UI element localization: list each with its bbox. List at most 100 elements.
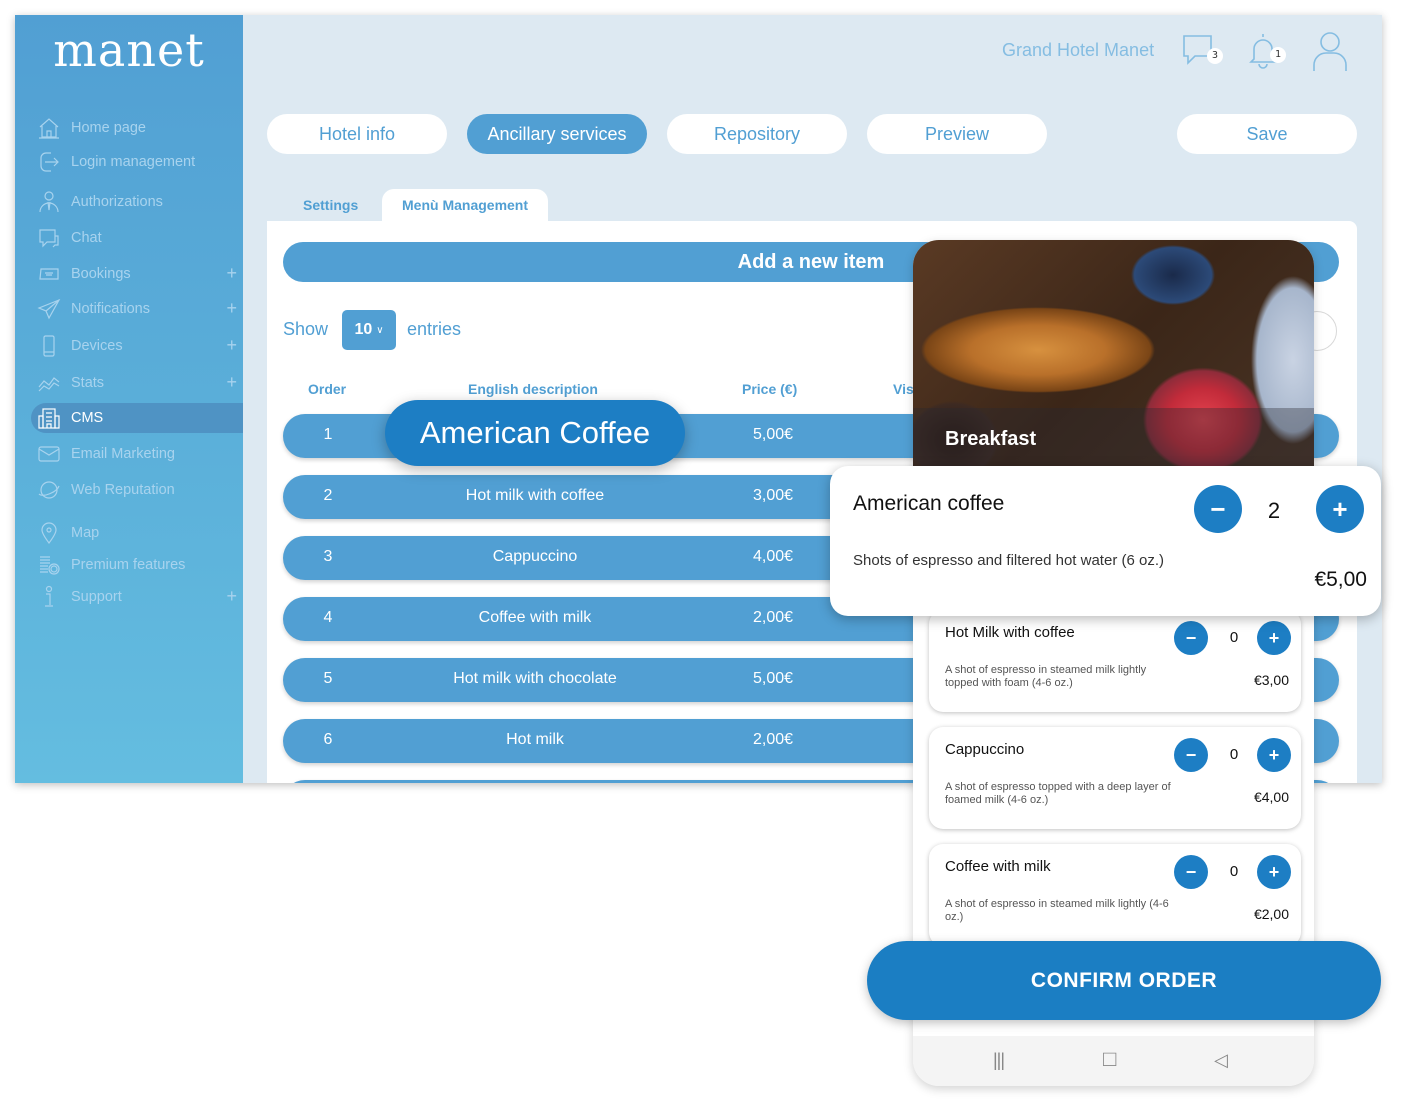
sidebar-item-login-management[interactable]: Login management — [31, 147, 243, 177]
notifications-button[interactable]: 1 — [1248, 31, 1286, 76]
increase-quantity-button[interactable]: + — [1316, 485, 1364, 533]
tab-hotel-info[interactable]: Hotel info — [267, 114, 447, 154]
sidebar-item-label: Email Marketing — [71, 446, 175, 462]
sidebar-item-label: Stats — [71, 375, 105, 391]
column-header-visible[interactable]: Vis — [893, 381, 914, 397]
sidebar: manet Home page Login management Authori… — [15, 15, 243, 783]
expand-icon[interactable]: + — [226, 586, 237, 607]
expand-icon[interactable]: + — [226, 263, 237, 284]
sidebar-item-label: Premium features — [71, 557, 186, 573]
increase-quantity-button[interactable]: + — [1257, 738, 1291, 772]
decrease-quantity-button[interactable]: − — [1194, 485, 1242, 533]
expand-icon[interactable]: + — [226, 372, 237, 393]
column-header-english-description[interactable]: English description — [468, 381, 598, 397]
map-pin-icon — [37, 521, 61, 545]
sidebar-item-label: Web Reputation — [71, 482, 175, 498]
entries-per-page-select[interactable]: 10 ∨ — [342, 310, 396, 350]
row-description: Hot milk — [506, 731, 564, 748]
sidebar-item-label: Chat — [71, 230, 102, 246]
row-price: 3,00€ — [752, 487, 794, 504]
row-description: Coffee with milk — [478, 609, 592, 626]
save-button[interactable]: Save — [1177, 114, 1357, 154]
sidebar-item-devices[interactable]: Devices + — [31, 331, 243, 361]
home-icon — [37, 116, 61, 140]
column-header-price[interactable]: Price (€) — [742, 381, 797, 397]
sidebar-item-label: Devices — [71, 338, 123, 354]
tab-ancillary-services[interactable]: Ancillary services — [467, 114, 647, 154]
item-name: Cappuccino — [945, 741, 1025, 758]
sidebar-item-map[interactable]: Map — [31, 518, 243, 548]
info-icon — [37, 585, 61, 609]
decrease-quantity-button[interactable]: − — [1174, 855, 1208, 889]
quantity-value: 0 — [1229, 629, 1239, 646]
sidebar-item-authorizations[interactable]: Authorizations — [31, 187, 243, 217]
decrease-quantity-button[interactable]: − — [1174, 621, 1208, 655]
row-description: Cappuccino — [492, 548, 578, 565]
decrease-quantity-button[interactable]: − — [1174, 738, 1208, 772]
row-order: 6 — [323, 731, 333, 748]
row-order: 1 — [323, 426, 333, 443]
sidebar-item-label: CMS — [71, 410, 104, 426]
row-order: 5 — [323, 670, 333, 687]
confirm-order-button[interactable]: CONFIRM ORDER — [867, 941, 1381, 1020]
increase-quantity-button[interactable]: + — [1257, 621, 1291, 655]
item-description: A shot of espresso in steamed milk light… — [945, 898, 1169, 923]
item-name: Hot Milk with coffee — [945, 624, 1075, 641]
back-icon[interactable]: ◁ — [1214, 1050, 1228, 1071]
row-price: 5,00€ — [752, 426, 794, 443]
sidebar-item-support[interactable]: Support + — [31, 582, 243, 612]
chat-button[interactable]: 3 — [1181, 33, 1223, 74]
selected-item-card[interactable]: American coffee − 2 + Shots of espresso … — [830, 466, 1381, 616]
column-header-order[interactable]: Order — [308, 381, 346, 397]
android-nav-bar: ||| □ ◁ — [913, 1036, 1314, 1086]
entries-label: entries — [407, 319, 462, 339]
sidebar-item-label: Home page — [71, 120, 146, 136]
selected-item-price: €5,00 — [1314, 568, 1367, 591]
planet-icon — [37, 478, 61, 502]
chat-icon — [37, 226, 61, 250]
user-icon — [1313, 32, 1347, 71]
row-price: 2,00€ — [752, 609, 794, 626]
quantity-value: 2 — [1267, 498, 1281, 523]
row-description: Hot milk with coffee — [465, 487, 605, 504]
sidebar-item-bookings[interactable]: Bookings + — [31, 259, 243, 289]
notification-badge: 1 — [1270, 47, 1286, 63]
home-square-icon[interactable]: □ — [1103, 1046, 1116, 1072]
sidebar-item-label: Map — [71, 525, 100, 541]
sidebar-item-label: Bookings — [71, 266, 131, 282]
tab-preview[interactable]: Preview — [867, 114, 1047, 154]
recents-icon[interactable]: ||| — [993, 1050, 1005, 1071]
sidebar-item-label: Notifications — [71, 301, 150, 317]
subtab-menu-management[interactable]: Menù Management — [382, 189, 549, 221]
expand-icon[interactable]: + — [226, 298, 237, 319]
increase-quantity-button[interactable]: + — [1257, 855, 1291, 889]
menu-item-card[interactable]: Hot Milk with coffee − 0 + A shot of esp… — [929, 610, 1301, 712]
item-price: €2,00 — [1253, 906, 1289, 922]
sidebar-item-premium-features[interactable]: Premium features — [31, 550, 243, 580]
sidebar-item-web-reputation[interactable]: Web Reputation — [31, 475, 243, 505]
sidebar-item-chat[interactable]: Chat — [31, 223, 243, 253]
item-name: Coffee with milk — [945, 858, 1051, 875]
row-price: 4,00€ — [752, 548, 794, 565]
menu-item-card[interactable]: Coffee with milk − 0 + A shot of espress… — [929, 844, 1301, 946]
tab-repository[interactable]: Repository — [667, 114, 847, 154]
quantity-value: 0 — [1229, 746, 1239, 763]
sidebar-item-label: Support — [71, 589, 122, 605]
sidebar-item-label: Authorizations — [71, 194, 163, 210]
row-order: 3 — [323, 548, 333, 565]
menu-item-card[interactable]: Cappuccino − 0 + A shot of espresso topp… — [929, 727, 1301, 829]
row-price: 2,00€ — [752, 731, 794, 748]
sidebar-item-home-page[interactable]: Home page — [31, 113, 243, 143]
booking-icon — [37, 262, 61, 286]
entries-value: 10 — [354, 321, 373, 338]
expand-icon[interactable]: + — [226, 335, 237, 356]
subtab-settings[interactable]: Settings — [283, 189, 378, 221]
sidebar-item-cms[interactable]: CMS — [31, 403, 243, 433]
sidebar-item-email-marketing[interactable]: Email Marketing — [31, 439, 243, 469]
building-icon — [37, 406, 61, 430]
sidebar-item-notifications[interactable]: Notifications + — [31, 294, 243, 324]
highlighted-item-pill: American Coffee — [385, 400, 685, 466]
envelope-icon — [37, 442, 61, 466]
user-profile-button[interactable] — [1311, 31, 1349, 78]
sidebar-item-stats[interactable]: Stats + — [31, 368, 243, 398]
